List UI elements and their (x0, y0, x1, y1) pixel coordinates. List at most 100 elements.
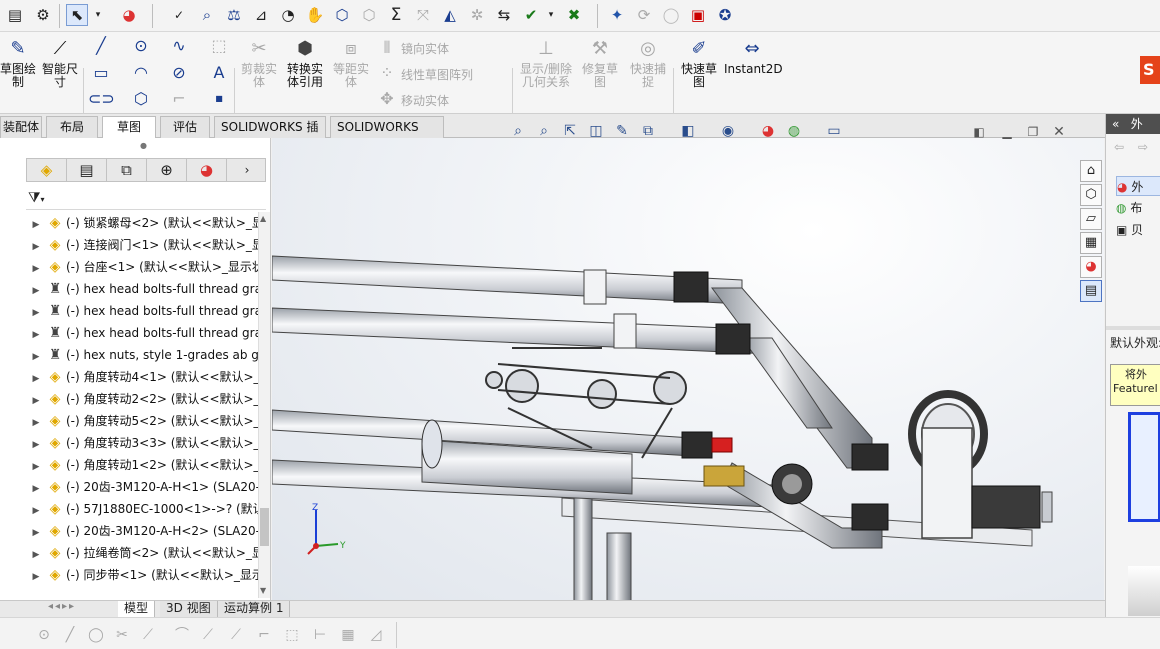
dashed-rect-icon[interactable]: ⬚ (282, 626, 302, 644)
display-relations-button[interactable]: ⊥ 显示/删除几何关系 (516, 38, 576, 89)
expand-arrow-icon[interactable]: ▶ (28, 368, 44, 388)
expand-arrow-icon[interactable]: ▶ (28, 478, 44, 498)
zoom-to-fit-icon[interactable]: ⌕ (508, 122, 528, 140)
tree-item[interactable]: ▶ ◈ (-) 角度转动1<2> (默认<<默认>_ (28, 454, 260, 476)
select-dropdown-icon[interactable]: ▾ (92, 4, 104, 26)
tree-scrollbar[interactable]: ▲ ▼ (258, 212, 270, 598)
corner-icon[interactable]: ⌐ (254, 626, 274, 644)
compass-icon[interactable]: ✪ (714, 4, 736, 26)
design-library-icon[interactable]: ⬡ (1080, 184, 1102, 206)
arc-icon[interactable]: ◠ (128, 63, 154, 83)
configuration-tab-icon[interactable]: ⧉ (107, 159, 147, 181)
property-manager-tab-icon[interactable]: ▤ (67, 159, 107, 181)
window-close-icon[interactable]: ✕ (1050, 124, 1068, 140)
expand-arrow-icon[interactable]: ▶ (28, 214, 44, 234)
excel-icon[interactable]: ✖ (563, 4, 585, 26)
window-restore-left-icon[interactable]: ◧ (970, 124, 988, 140)
tab-scroll-arrows-icon[interactable]: ◂◂▸▸ (48, 601, 76, 612)
options-icon[interactable]: ⚙ (32, 4, 54, 26)
rapid-sketch-button[interactable]: ✐ 快速草图 (676, 38, 722, 89)
expand-arrow-icon[interactable]: ▶ (28, 566, 44, 586)
circle-tool-icon[interactable]: ◯ (86, 626, 106, 644)
tab-solidworks-mbd[interactable]: SOLIDWORKS MBD (330, 116, 444, 154)
file-explorer-icon[interactable]: ▱ (1080, 208, 1102, 230)
view-orientation-icon[interactable]: ⧉ (638, 122, 658, 140)
addin-icon[interactable]: ✦ (606, 4, 628, 26)
tree-item[interactable]: ▶ ◈ (-) 台座<1> (默认<<默认>_显示状 (28, 256, 260, 278)
equations-icon[interactable]: Σ (385, 4, 407, 26)
appearances-scenes-icon[interactable]: ◕ (1080, 256, 1102, 278)
graphics-area[interactable]: Z Y (272, 138, 1104, 600)
point-tool-icon[interactable]: ⊙ (34, 626, 54, 644)
linear-pattern-button[interactable]: 线性草图阵列 (401, 66, 473, 83)
tree-filter[interactable]: ⧩▾ (26, 186, 266, 210)
feature-tree-tab-icon[interactable]: ◈ (27, 159, 67, 181)
sketch-button[interactable]: ✎ 草图绘制 (0, 38, 36, 89)
line-icon[interactable]: ╱ (88, 36, 114, 56)
panel-grip-icon[interactable]: ● (140, 141, 147, 150)
draft-analysis-icon[interactable]: ⤧ (412, 4, 434, 26)
tree-item[interactable]: ▶ ◈ (-) 57J1880EC-1000<1>->? (默认 (28, 498, 260, 520)
expand-arrow-icon[interactable]: ▶ (28, 302, 44, 322)
spell-check-icon[interactable]: ✓ (168, 4, 190, 26)
window-maximize-icon[interactable]: ❐ (1024, 124, 1042, 140)
check-dropdown-icon[interactable]: ▾ (545, 4, 557, 26)
panel-expand-icon[interactable]: › (227, 159, 267, 181)
tab-sketch[interactable]: 草图 (102, 116, 156, 138)
check-ok-icon[interactable]: ◯ (660, 4, 682, 26)
fillet-icon[interactable]: ⌐ (166, 89, 192, 109)
tree-item[interactable]: ▶ ♜ (-) hex head bolts-full thread gra (28, 322, 260, 344)
move-entities-button[interactable]: 移动实体 (401, 92, 449, 109)
centerline-icon[interactable]: ⟋ (226, 626, 246, 644)
task-pane-row-scenes[interactable]: ◍ 布 (1116, 198, 1160, 218)
point-icon[interactable]: ■ (206, 89, 232, 109)
scroll-down-icon[interactable]: ▼ (260, 586, 266, 595)
polygon-icon[interactable]: ⬡ (128, 89, 154, 109)
task-pane-splitter[interactable] (1106, 326, 1160, 330)
dimxpert-tab-icon[interactable]: ⊕ (147, 159, 187, 181)
tree-item[interactable]: ▶ ◈ (-) 锁紧螺母<2> (默认<<默认>_显 (28, 212, 260, 234)
offset-button[interactable]: ⧈ 等距实体 (330, 38, 372, 89)
expand-arrow-icon[interactable]: ▶ (28, 500, 44, 520)
line-tool-icon[interactable]: ╱ (60, 626, 80, 644)
collapse-icon[interactable]: « (1112, 117, 1119, 131)
tree-item[interactable]: ▶ ◈ (-) 角度转动3<3> (默认<<默认>_ (28, 432, 260, 454)
display-manager-tab-icon[interactable]: ◕ (187, 159, 227, 181)
tree-item[interactable]: ▶ ◈ (-) 角度转动2<2> (默认<<默认>_ (28, 388, 260, 410)
costing-icon[interactable]: ⟳ (633, 4, 655, 26)
tree-item[interactable]: ▶ ◈ (-) 连接阀门<1> (默认<<默认>_显 (28, 234, 260, 256)
plane-icon[interactable]: ⬚ (206, 36, 232, 56)
appearance-swatch[interactable] (1128, 566, 1160, 616)
circle-icon[interactable]: ⊙ (128, 36, 154, 56)
tree-item[interactable]: ▶ ◈ (-) 20齿-3M120-A-H<2> (SLA20- (28, 520, 260, 542)
forward-icon[interactable]: ⇨ (1138, 140, 1148, 154)
expand-arrow-icon[interactable]: ▶ (28, 544, 44, 564)
tree-item[interactable]: ▶ ◈ (-) 拉绳卷筒<2> (默认<<默认>_显 (28, 542, 260, 564)
expand-arrow-icon[interactable]: ▶ (28, 280, 44, 300)
home-icon[interactable]: ⌂ (1080, 160, 1102, 182)
instant2d-button[interactable]: ⇔ Instant2D (724, 38, 783, 76)
symmetry-icon[interactable]: ✲ (466, 4, 488, 26)
edit-appearance-icon[interactable]: ◕ (758, 122, 778, 140)
tree-item[interactable]: ▶ ◈ (-) 角度转动5<2> (默认<<默认>_ (28, 410, 260, 432)
slot-icon[interactable]: ⊂⊃ (88, 89, 115, 109)
display-style-icon[interactable]: ◧ (678, 122, 698, 140)
rectangle-icon[interactable]: ▭ (88, 63, 114, 83)
task-pane-row-appearances[interactable]: ◕ 外 (1116, 176, 1160, 196)
task-pane-row-decals[interactable]: ▣ 贝 (1116, 220, 1160, 240)
expand-arrow-icon[interactable]: ▶ (28, 346, 44, 366)
tab-motion-study[interactable]: 运动算例 1 (218, 601, 291, 617)
expand-arrow-icon[interactable]: ▶ (28, 456, 44, 476)
quick-snaps-button[interactable]: ◎ 快速捕捉 (626, 38, 670, 89)
trim-tool-icon[interactable]: ✂ (112, 626, 132, 644)
expand-arrow-icon[interactable]: ▶ (28, 236, 44, 256)
mirror-entities-button[interactable]: 镜向实体 (401, 40, 449, 57)
expand-arrow-icon[interactable]: ▶ (28, 390, 44, 410)
trim-button[interactable]: ✂ 剪裁实体 (238, 38, 280, 89)
tab-model[interactable]: 模型 (118, 601, 156, 617)
view-palette-icon[interactable]: ▦ (1080, 232, 1102, 254)
expand-arrow-icon[interactable]: ▶ (28, 434, 44, 454)
custom-properties-icon[interactable]: ▤ (1080, 280, 1102, 302)
dimension-tool-icon[interactable]: ⊢ (310, 626, 330, 644)
expand-arrow-icon[interactable]: ▶ (28, 258, 44, 278)
